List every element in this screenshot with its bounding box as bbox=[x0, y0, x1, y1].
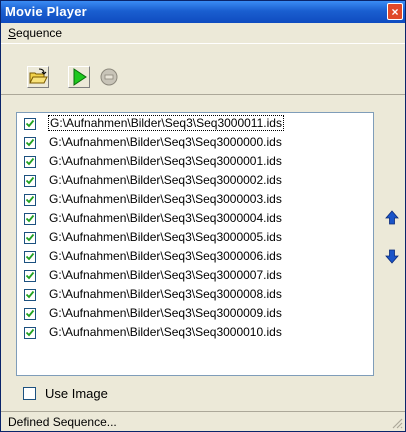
item-checkbox[interactable] bbox=[24, 232, 36, 244]
status-bar: Defined Sequence... bbox=[1, 411, 405, 431]
check-icon bbox=[25, 157, 35, 166]
item-path: G:\Aufnahmen\Bilder\Seq3\Seq3000000.ids bbox=[49, 135, 282, 149]
use-image-checkbox[interactable] bbox=[23, 387, 36, 400]
check-icon bbox=[25, 176, 35, 185]
open-button[interactable] bbox=[27, 66, 49, 88]
menu-sequence-label: equence bbox=[16, 26, 63, 40]
check-icon bbox=[25, 214, 35, 223]
list-item[interactable]: G:\Aufnahmen\Bilder\Seq3\Seq3000004.ids bbox=[20, 210, 370, 228]
item-checkbox[interactable] bbox=[24, 137, 36, 149]
check-icon bbox=[25, 195, 35, 204]
sequence-list[interactable]: G:\Aufnahmen\Bilder\Seq3\Seq3000011.ids … bbox=[16, 112, 374, 376]
menu-bar: Sequence bbox=[1, 23, 405, 43]
item-checkbox[interactable] bbox=[24, 156, 36, 168]
move-down-button[interactable] bbox=[383, 247, 401, 265]
item-checkbox[interactable] bbox=[24, 270, 36, 282]
title-bar[interactable]: Movie Player × bbox=[1, 1, 405, 23]
item-path: G:\Aufnahmen\Bilder\Seq3\Seq3000007.ids bbox=[49, 268, 282, 282]
list-item[interactable]: G:\Aufnahmen\Bilder\Seq3\Seq3000007.ids bbox=[20, 267, 370, 285]
move-up-button[interactable] bbox=[383, 209, 401, 227]
movie-player-window: Movie Player × Sequence G:\Aufnahmen\Bil… bbox=[0, 0, 406, 432]
window-title: Movie Player bbox=[5, 4, 87, 19]
play-button[interactable] bbox=[68, 66, 90, 88]
toolbar bbox=[1, 43, 405, 95]
menu-sequence[interactable]: Sequence bbox=[8, 26, 62, 40]
list-item[interactable]: G:\Aufnahmen\Bilder\Seq3\Seq3000002.ids bbox=[20, 172, 370, 190]
list-item[interactable]: G:\Aufnahmen\Bilder\Seq3\Seq3000005.ids bbox=[20, 229, 370, 247]
list-item[interactable]: G:\Aufnahmen\Bilder\Seq3\Seq3000006.ids bbox=[20, 248, 370, 266]
check-icon bbox=[25, 290, 35, 299]
status-text: Defined Sequence... bbox=[8, 415, 117, 429]
item-checkbox[interactable] bbox=[24, 289, 36, 301]
item-path: G:\Aufnahmen\Bilder\Seq3\Seq3000001.ids bbox=[49, 154, 282, 168]
item-checkbox[interactable] bbox=[24, 194, 36, 206]
stop-icon bbox=[100, 68, 118, 86]
list-item[interactable]: G:\Aufnahmen\Bilder\Seq3\Seq3000008.ids bbox=[20, 286, 370, 304]
check-icon bbox=[25, 328, 35, 337]
close-button[interactable]: × bbox=[387, 3, 403, 20]
item-checkbox[interactable] bbox=[24, 175, 36, 187]
use-image-label: Use Image bbox=[45, 386, 108, 401]
list-item[interactable]: G:\Aufnahmen\Bilder\Seq3\Seq3000003.ids bbox=[20, 191, 370, 209]
item-checkbox[interactable] bbox=[24, 251, 36, 263]
check-icon bbox=[25, 138, 35, 147]
item-checkbox[interactable] bbox=[24, 308, 36, 320]
menu-sequence-mnemonic: S bbox=[8, 26, 17, 40]
check-icon bbox=[25, 271, 35, 280]
list-item[interactable]: G:\Aufnahmen\Bilder\Seq3\Seq3000009.ids bbox=[20, 305, 370, 323]
item-checkbox[interactable] bbox=[24, 327, 36, 339]
arrow-up-icon bbox=[385, 210, 399, 225]
play-icon bbox=[73, 68, 87, 86]
item-path: G:\Aufnahmen\Bilder\Seq3\Seq3000010.ids bbox=[49, 325, 282, 339]
arrow-down-icon bbox=[385, 249, 399, 264]
list-item[interactable]: G:\Aufnahmen\Bilder\Seq3\Seq3000000.ids bbox=[20, 134, 370, 152]
item-path: G:\Aufnahmen\Bilder\Seq3\Seq3000008.ids bbox=[49, 287, 282, 301]
check-icon bbox=[25, 119, 35, 128]
check-icon bbox=[25, 252, 35, 261]
list-item[interactable]: G:\Aufnahmen\Bilder\Seq3\Seq3000001.ids bbox=[20, 153, 370, 171]
list-item[interactable]: G:\Aufnahmen\Bilder\Seq3\Seq3000010.ids bbox=[20, 324, 370, 342]
list-item[interactable]: G:\Aufnahmen\Bilder\Seq3\Seq3000011.ids bbox=[20, 115, 370, 133]
stop-button[interactable] bbox=[98, 66, 120, 88]
item-path: G:\Aufnahmen\Bilder\Seq3\Seq3000006.ids bbox=[49, 249, 282, 263]
check-icon bbox=[25, 309, 35, 318]
item-path: G:\Aufnahmen\Bilder\Seq3\Seq3000002.ids bbox=[49, 173, 282, 187]
open-folder-icon bbox=[29, 68, 48, 84]
item-path: G:\Aufnahmen\Bilder\Seq3\Seq3000004.ids bbox=[49, 211, 282, 225]
item-path: G:\Aufnahmen\Bilder\Seq3\Seq3000005.ids bbox=[49, 230, 282, 244]
item-checkbox[interactable] bbox=[24, 118, 36, 130]
resize-grip-icon[interactable] bbox=[391, 417, 403, 429]
close-icon: × bbox=[391, 5, 399, 19]
item-path: G:\Aufnahmen\Bilder\Seq3\Seq3000009.ids bbox=[49, 306, 282, 320]
check-icon bbox=[25, 233, 35, 242]
item-checkbox[interactable] bbox=[24, 213, 36, 225]
item-path: G:\Aufnahmen\Bilder\Seq3\Seq3000003.ids bbox=[49, 192, 282, 206]
item-path: G:\Aufnahmen\Bilder\Seq3\Seq3000011.ids bbox=[48, 115, 284, 131]
